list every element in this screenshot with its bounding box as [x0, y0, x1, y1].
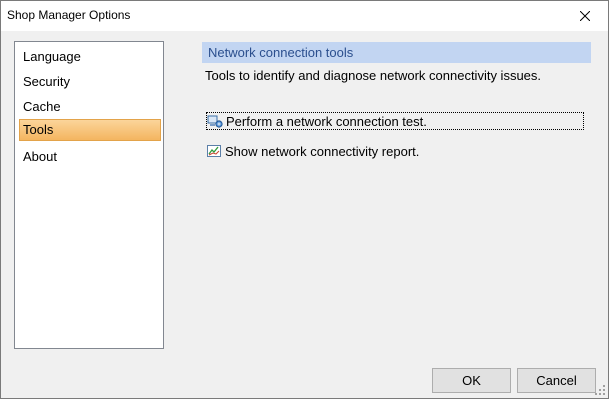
options-dialog: Shop Manager Options Language Security C…: [0, 0, 609, 399]
sidebar-item-tools[interactable]: Tools: [19, 119, 161, 141]
resize-grip-icon[interactable]: [594, 384, 606, 396]
options-category-list[interactable]: Language Security Cache Tools About: [14, 41, 164, 349]
cancel-button[interactable]: Cancel: [517, 368, 596, 393]
sidebar-item-language[interactable]: Language: [19, 46, 161, 68]
ok-button[interactable]: OK: [432, 368, 511, 393]
window-title: Shop Manager Options: [7, 8, 131, 22]
connectivity-report-link[interactable]: Show network connectivity report.: [206, 142, 419, 160]
network-test-icon: [207, 115, 223, 128]
network-test-link[interactable]: Perform a network connection test.: [206, 112, 584, 130]
sidebar-item-security[interactable]: Security: [19, 71, 161, 93]
connectivity-report-label: Show network connectivity report.: [225, 143, 420, 159]
close-icon: [580, 11, 590, 21]
network-test-label: Perform a network connection test.: [226, 113, 427, 129]
section-description: Tools to identify and diagnose network c…: [205, 68, 542, 83]
title-bar[interactable]: Shop Manager Options: [1, 1, 608, 31]
sidebar-item-cache[interactable]: Cache: [19, 96, 161, 118]
report-chart-icon: [207, 145, 221, 157]
section-header: Network connection tools: [202, 42, 591, 63]
close-button[interactable]: [562, 1, 608, 31]
sidebar-item-about[interactable]: About: [19, 146, 161, 168]
